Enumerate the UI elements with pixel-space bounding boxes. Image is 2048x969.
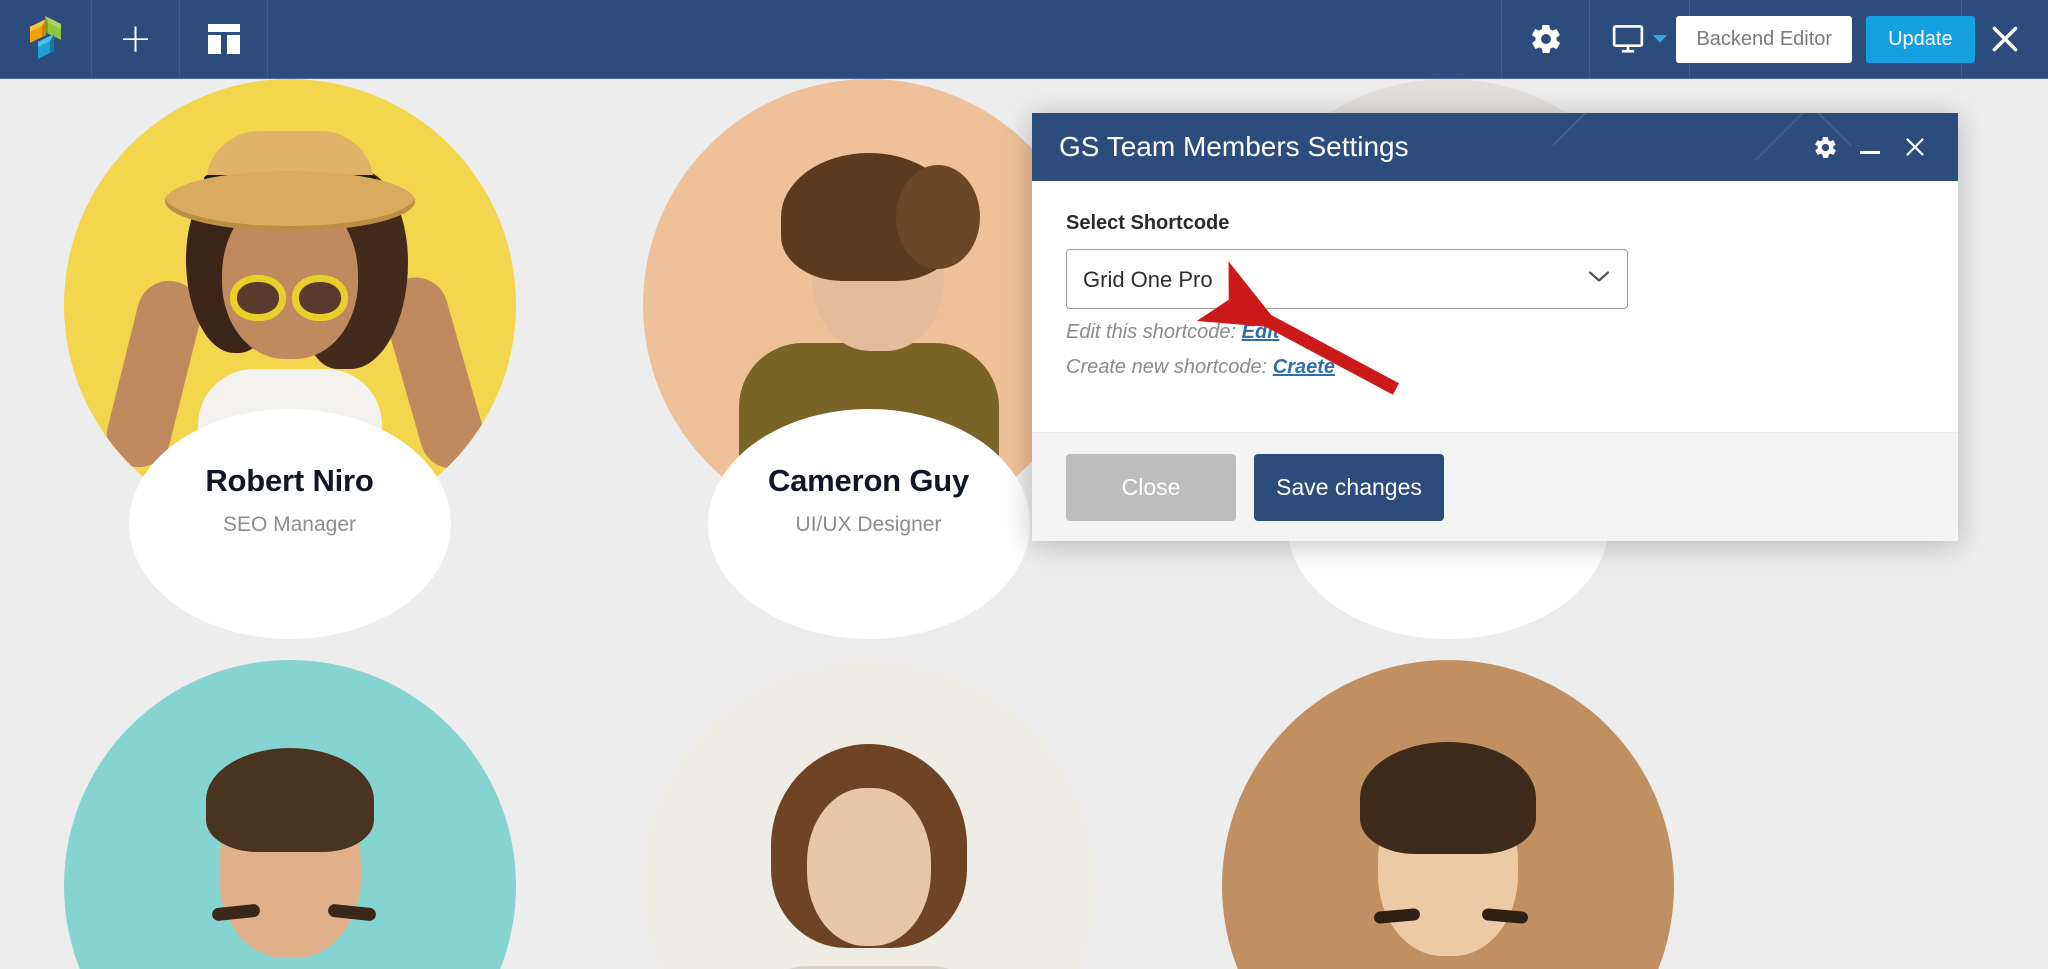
plus-icon: +: [118, 16, 153, 62]
edit-shortcode-hint: Edit this shortcode: Edit: [1066, 321, 1924, 344]
modal-title: GS Team Members Settings: [1059, 131, 1409, 162]
wpbakery-logo-icon[interactable]: [0, 0, 92, 78]
edit-shortcode-link[interactable]: Edit: [1242, 321, 1280, 343]
templates-button[interactable]: [180, 0, 268, 78]
select-shortcode-label: Select Shortcode: [1066, 212, 1230, 234]
team-member-card[interactable]: Robert Niro SEO Manager: [0, 79, 579, 639]
save-changes-button[interactable]: Save changes: [1254, 453, 1444, 521]
wpbakery-toolbar: + Backend Editor Update: [0, 0, 2048, 79]
toolbar-spacer: [268, 0, 1502, 78]
close-x-icon: [1988, 22, 2022, 56]
modal-body: Select Shortcode Grid One Pro Edit this …: [1032, 181, 1958, 432]
team-member-card[interactable]: [579, 643, 1158, 969]
editor-root: + Backend Editor Update Robert Niro SEO …: [0, 0, 2048, 969]
update-button[interactable]: Update: [1866, 15, 1975, 63]
team-row: [0, 643, 2048, 969]
member-name: Cameron Guy: [767, 463, 970, 498]
toolbar-actions: Backend Editor Update: [1676, 0, 1975, 78]
caret-down-icon: [1653, 35, 1667, 43]
responsive-preview-button[interactable]: [1590, 0, 1690, 78]
close-button[interactable]: Close: [1066, 453, 1236, 521]
select-shortcode-wrapper: Grid One Pro: [1066, 249, 1628, 309]
modal-gear-icon[interactable]: [1813, 135, 1838, 160]
member-role: SEO Manager: [222, 513, 357, 536]
member-info-card: Cameron Guy UI/UX Designer: [707, 409, 1030, 639]
backend-editor-button[interactable]: Backend Editor: [1676, 15, 1853, 63]
toolbar-settings-button[interactable]: [1502, 0, 1590, 78]
member-info-card: Robert Niro SEO Manager: [128, 409, 451, 639]
member-avatar: [1221, 660, 1674, 969]
add-element-button[interactable]: +: [92, 0, 180, 78]
modal-header-actions: [1813, 134, 1928, 160]
desktop-screen-icon: [1612, 24, 1644, 54]
gear-icon: [1529, 22, 1563, 56]
grid-layout-icon: [207, 24, 240, 54]
create-shortcode-link[interactable]: Craete: [1273, 356, 1335, 378]
team-member-card[interactable]: [1158, 643, 1737, 969]
modal-footer: Close Save changes: [1032, 432, 1958, 541]
close-editor-button[interactable]: [1962, 0, 2048, 78]
create-shortcode-hint: Create new shortcode: Craete: [1066, 356, 1924, 379]
create-hint-prefix: Create new shortcode:: [1066, 356, 1268, 378]
edit-hint-prefix: Edit this shortcode:: [1066, 321, 1237, 343]
member-role: UI/UX Designer: [795, 513, 942, 536]
member-avatar: [63, 660, 516, 969]
modal-minimize-icon[interactable]: [1860, 137, 1880, 157]
modal-header: GS Team Members Settings: [1032, 113, 1958, 181]
select-shortcode-input[interactable]: Grid One Pro: [1066, 249, 1628, 309]
team-member-card[interactable]: [0, 643, 579, 969]
gs-team-members-settings-modal: GS Team Members Settings Select Shortcod…: [1032, 113, 1958, 541]
member-name: Robert Niro: [205, 463, 374, 498]
modal-close-icon[interactable]: [1902, 134, 1928, 160]
member-avatar: [642, 660, 1095, 969]
